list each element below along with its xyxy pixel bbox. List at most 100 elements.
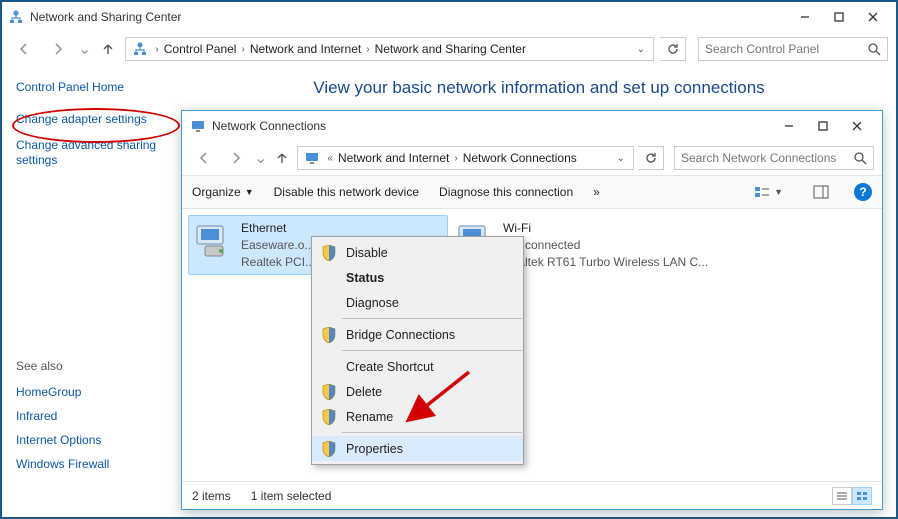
inner-titlebar: Network Connections bbox=[182, 111, 882, 141]
see-also-windows-firewall[interactable]: Windows Firewall bbox=[16, 457, 172, 471]
history-dropdown[interactable]: ⌄ bbox=[78, 39, 91, 59]
details-view-button[interactable] bbox=[832, 487, 852, 505]
inner-close-button[interactable] bbox=[840, 115, 874, 137]
statusbar-item-count: 2 items bbox=[192, 489, 231, 503]
context-menu-create-shortcut[interactable]: Create Shortcut bbox=[312, 354, 523, 379]
search-icon bbox=[868, 43, 881, 56]
context-menu-label: Rename bbox=[346, 410, 513, 424]
chevron-right-icon: › bbox=[449, 153, 462, 164]
outer-address-bar: ⌄ › Control Panel › Network and Internet… bbox=[2, 32, 896, 66]
chevron-down-icon[interactable]: ⌄ bbox=[613, 153, 629, 164]
inner-minimize-button[interactable] bbox=[772, 115, 806, 137]
inner-search-input[interactable]: Search Network Connections bbox=[674, 146, 874, 170]
shield-icon bbox=[320, 244, 338, 262]
breadcrumb-item[interactable]: Network Connections bbox=[463, 151, 577, 165]
network-sharing-center-icon bbox=[8, 9, 24, 25]
inner-search-placeholder: Search Network Connections bbox=[681, 151, 836, 165]
chevron-right-icon: › bbox=[150, 44, 163, 55]
inner-toolbar: Organize▼ Disable this network device Di… bbox=[182, 175, 882, 209]
inner-up-button[interactable] bbox=[271, 147, 293, 169]
sidebar-change-adapter-settings[interactable]: Change adapter settings bbox=[16, 112, 172, 128]
adapter-status: Not connected bbox=[503, 237, 643, 254]
outer-search-input[interactable]: Search Control Panel bbox=[698, 37, 888, 61]
view-options-button[interactable]: ▼ bbox=[749, 182, 788, 202]
breadcrumb-item[interactable]: Control Panel bbox=[164, 42, 237, 56]
see-also-header: See also bbox=[16, 359, 172, 373]
search-placeholder: Search Control Panel bbox=[705, 42, 819, 56]
chevron-down-icon[interactable]: ⌄ bbox=[633, 44, 649, 55]
context-menu-label: Properties bbox=[346, 442, 513, 456]
context-menu-label: Delete bbox=[346, 385, 513, 399]
context-menu-label: Diagnose bbox=[346, 296, 513, 310]
minimize-button[interactable] bbox=[788, 6, 822, 28]
context-menu-separator bbox=[342, 350, 522, 351]
context-menu-rename[interactable]: Rename bbox=[312, 404, 523, 429]
breadcrumb-item[interactable]: Network and Sharing Center bbox=[375, 42, 526, 56]
close-button[interactable] bbox=[856, 6, 890, 28]
outer-window-title: Network and Sharing Center bbox=[30, 10, 788, 24]
network-connections-window: Network Connections ⌄ « Network and Inte… bbox=[181, 110, 883, 510]
preview-pane-button[interactable] bbox=[808, 182, 834, 202]
inner-maximize-button[interactable] bbox=[806, 115, 840, 137]
context-menu-diagnose[interactable]: Diagnose bbox=[312, 290, 523, 315]
shield-icon bbox=[320, 326, 338, 344]
context-menu-label: Create Shortcut bbox=[346, 360, 513, 374]
shield-icon bbox=[320, 383, 338, 401]
context-menu-separator bbox=[342, 432, 522, 433]
adapter-device: Realtek RT61 Turbo Wireless LAN C... bbox=[503, 254, 708, 271]
breadcrumb-item[interactable]: Network and Internet bbox=[250, 42, 361, 56]
context-menu-bridge-connections[interactable]: Bridge Connections bbox=[312, 322, 523, 347]
see-also-homegroup[interactable]: HomeGroup bbox=[16, 385, 172, 399]
blank-icon bbox=[320, 294, 338, 312]
back-button[interactable] bbox=[10, 35, 38, 63]
chevron-down-icon: ▼ bbox=[774, 187, 783, 197]
inner-back-button[interactable] bbox=[190, 144, 218, 172]
disable-device-button[interactable]: Disable this network device bbox=[274, 185, 419, 199]
shield-icon bbox=[320, 408, 338, 426]
context-menu-properties[interactable]: Properties bbox=[312, 436, 523, 461]
ethernet-adapter-icon bbox=[193, 220, 235, 260]
blank-icon bbox=[320, 269, 338, 287]
adapter-context-menu: DisableStatus Diagnose Bridge Connections C… bbox=[311, 236, 524, 465]
outer-titlebar: Network and Sharing Center bbox=[2, 2, 896, 32]
context-menu-disable[interactable]: Disable bbox=[312, 240, 523, 265]
adapter-status: Easeware.o... bbox=[241, 237, 315, 254]
network-connections-icon bbox=[302, 148, 322, 168]
up-button[interactable] bbox=[97, 38, 119, 60]
see-also-internet-options[interactable]: Internet Options bbox=[16, 433, 172, 447]
inner-history-dropdown[interactable]: ⌄ bbox=[254, 148, 267, 168]
inner-refresh-button[interactable] bbox=[638, 146, 664, 170]
inner-window-title: Network Connections bbox=[212, 119, 772, 133]
chevron-right-icon: › bbox=[361, 44, 374, 55]
sidebar-change-advanced-sharing[interactable]: Change advanced sharing settings bbox=[16, 138, 172, 169]
outer-breadcrumb[interactable]: › Control Panel › Network and Internet ›… bbox=[125, 37, 654, 61]
context-menu-status[interactable]: Status bbox=[312, 265, 523, 290]
context-menu-label: Bridge Connections bbox=[346, 328, 513, 342]
refresh-button[interactable] bbox=[660, 37, 686, 61]
chevron-right-icon: « bbox=[322, 153, 338, 164]
forward-button[interactable] bbox=[44, 35, 72, 63]
more-commands-button[interactable]: » bbox=[593, 185, 600, 199]
see-also-infrared[interactable]: Infrared bbox=[16, 409, 172, 423]
adapter-list: Ethernet Easeware.o... Realtek PCI... Wi… bbox=[182, 209, 882, 481]
help-icon[interactable]: ? bbox=[854, 183, 872, 201]
page-heading: View your basic network information and … bbox=[202, 78, 876, 98]
breadcrumb-item[interactable]: Network and Internet bbox=[338, 151, 449, 165]
inner-statusbar: 2 items 1 item selected bbox=[182, 481, 882, 509]
context-menu-separator bbox=[342, 318, 522, 319]
network-connections-icon bbox=[190, 118, 206, 134]
adapter-name: Wi-Fi bbox=[503, 220, 708, 237]
sidebar: Control Panel Home Change adapter settin… bbox=[2, 66, 182, 517]
diagnose-button[interactable]: Diagnose this connection bbox=[439, 185, 573, 199]
inner-forward-button[interactable] bbox=[222, 144, 250, 172]
maximize-button[interactable] bbox=[822, 6, 856, 28]
blank-icon bbox=[320, 358, 338, 376]
context-menu-delete[interactable]: Delete bbox=[312, 379, 523, 404]
tiles-view-button[interactable] bbox=[852, 487, 872, 505]
control-panel-home-link[interactable]: Control Panel Home bbox=[16, 80, 172, 94]
adapter-device: Realtek PCI... bbox=[241, 254, 315, 271]
network-sharing-center-icon bbox=[130, 39, 150, 59]
inner-breadcrumb[interactable]: « Network and Internet › Network Connect… bbox=[297, 146, 634, 170]
organize-button[interactable]: Organize▼ bbox=[192, 185, 254, 199]
inner-address-bar: ⌄ « Network and Internet › Network Conne… bbox=[182, 141, 882, 175]
